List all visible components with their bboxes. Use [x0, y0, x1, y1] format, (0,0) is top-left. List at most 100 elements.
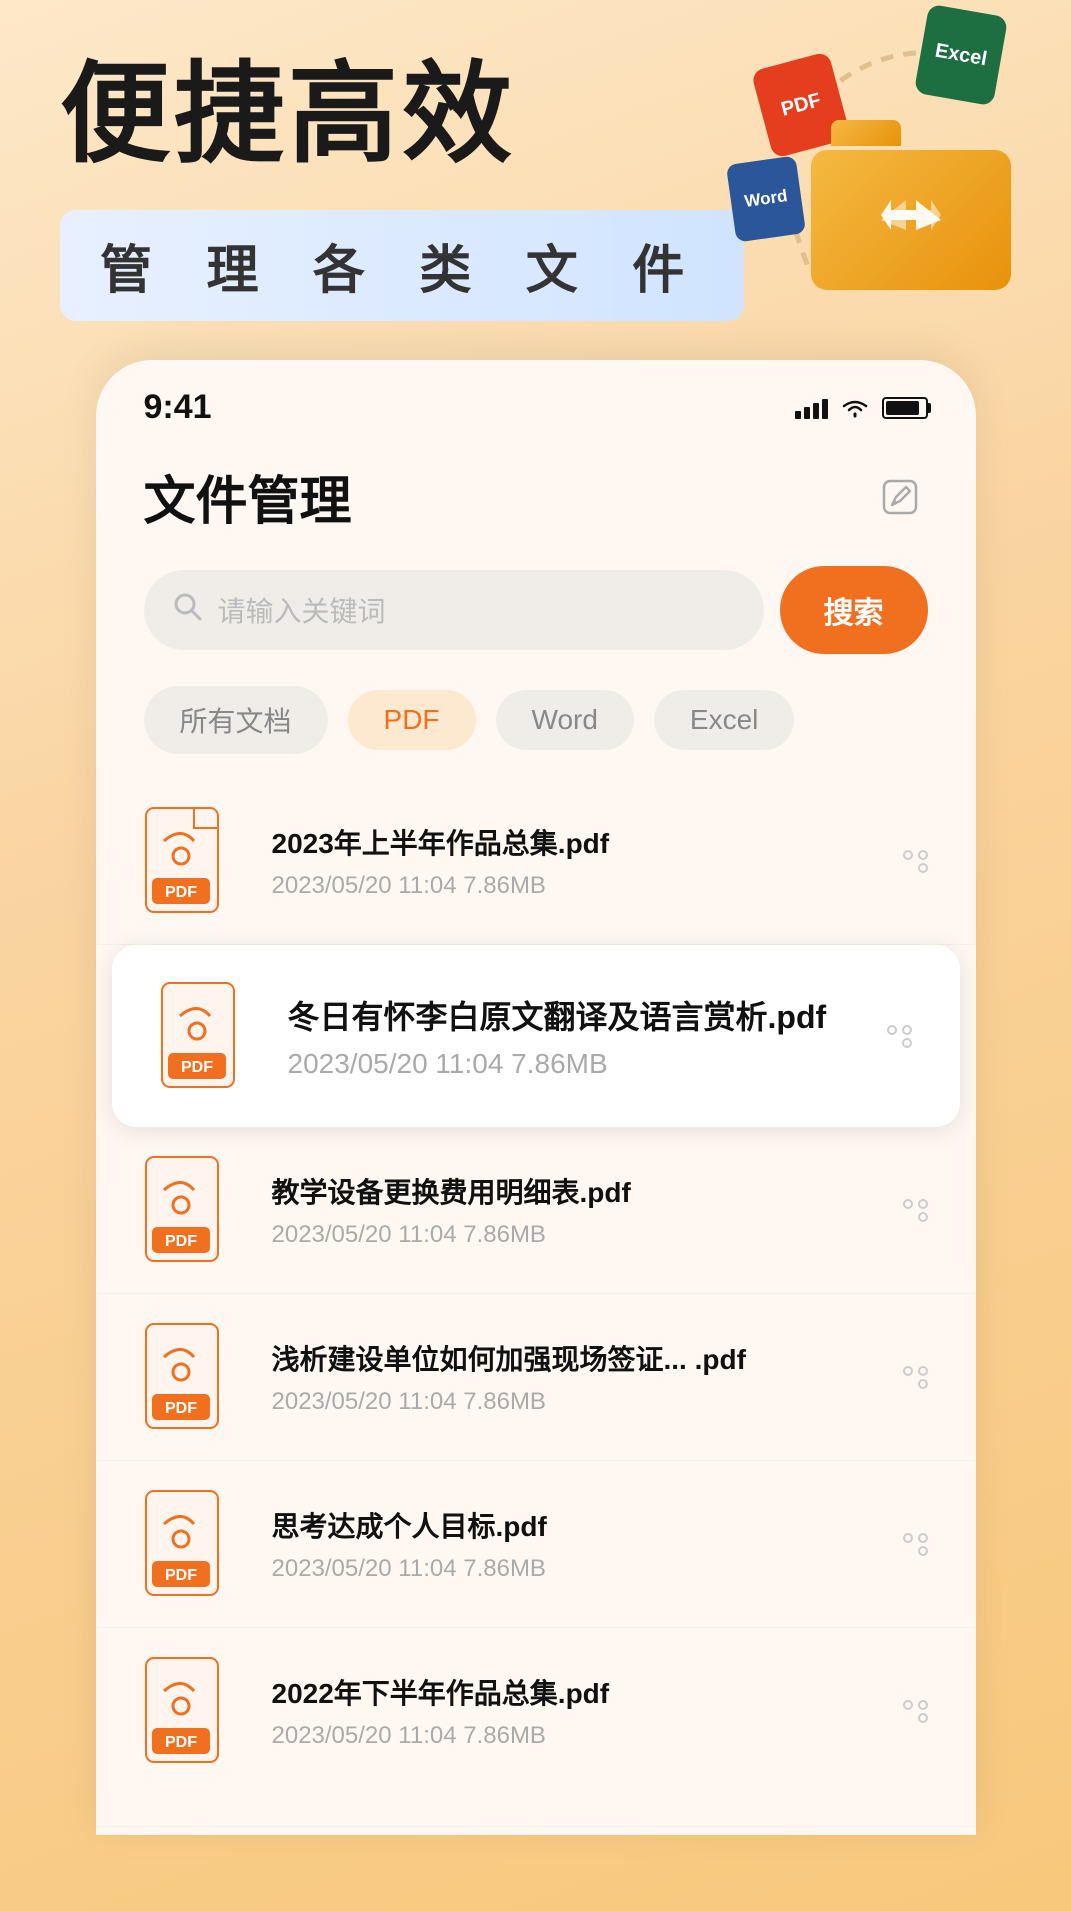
- pdf-icon-svg-4: PDF: [144, 1322, 234, 1430]
- signal-bar-3: [813, 403, 819, 419]
- file-name-5: 思考达成个人目标.pdf: [272, 1505, 856, 1545]
- dot-9: [918, 1212, 928, 1222]
- tab-pdf[interactable]: PDF: [348, 690, 476, 750]
- file-name-6: 2022年下半年作品总集.pdf: [272, 1672, 856, 1712]
- tab-excel[interactable]: Excel: [654, 690, 794, 750]
- edit-button[interactable]: [872, 469, 928, 525]
- file-info-6: 2022年下半年作品总集.pdf 2023/05/20 11:04 7.86MB: [272, 1672, 856, 1750]
- dots-row-top-4: [903, 1366, 928, 1376]
- hero-section: 便捷高效 管 理 各 类 文 件 PDF Excel Word: [0, 0, 1071, 420]
- more-button-1[interactable]: [884, 839, 928, 883]
- tab-all-docs[interactable]: 所有文档: [144, 686, 328, 754]
- more-button-2[interactable]: [868, 1014, 912, 1058]
- pdf-icon-svg-1: PDF: [144, 806, 234, 914]
- dots-row-bottom-5: [918, 1546, 928, 1556]
- search-placeholder: 请输入关键词: [218, 590, 386, 630]
- pdf-badge-text: PDF: [779, 89, 824, 122]
- file-info-3: 教学设备更换费用明细表.pdf 2023/05/20 11:04 7.86MB: [272, 1171, 856, 1249]
- status-icons: [795, 396, 928, 420]
- dot-4: [887, 1025, 897, 1035]
- file-item-6[interactable]: PDF 2022年下半年作品总集.pdf 2023/05/20 11:04 7.…: [96, 1628, 976, 1827]
- dot-15: [918, 1546, 928, 1556]
- file-info-5: 思考达成个人目标.pdf 2023/05/20 11:04 7.86MB: [272, 1505, 856, 1583]
- file-meta-1: 2023/05/20 11:04 7.86MB: [272, 872, 856, 900]
- tab-word[interactable]: Word: [496, 690, 634, 750]
- file-meta-3: 2023/05/20 11:04 7.86MB: [272, 1221, 856, 1249]
- folder-body: [811, 150, 1011, 290]
- excel-badge-text: Excel: [933, 39, 988, 71]
- search-input-wrap[interactable]: 请输入关键词: [144, 570, 764, 650]
- filter-tabs: 所有文档 PDF Word Excel: [96, 670, 976, 770]
- phone-mockup: 9:41 文件管理: [96, 360, 976, 1835]
- file-item-5[interactable]: PDF 思考达成个人目标.pdf 2023/05/20 11:04 7.86MB: [96, 1461, 976, 1628]
- svg-text:PDF: PDF: [181, 1059, 213, 1076]
- dot-11: [918, 1366, 928, 1376]
- file-info-1: 2023年上半年作品总集.pdf 2023/05/20 11:04 7.86MB: [272, 822, 856, 900]
- search-button[interactable]: 搜索: [780, 566, 928, 654]
- file-info-2: 冬日有怀李白原文翻译及语言赏析.pdf 2023/05/20 11:04 7.8…: [288, 992, 840, 1080]
- more-button-4[interactable]: [884, 1355, 928, 1399]
- svg-text:PDF: PDF: [165, 884, 197, 901]
- search-icon-svg: [172, 591, 204, 623]
- more-button-3[interactable]: [884, 1188, 928, 1232]
- svg-text:PDF: PDF: [165, 1233, 197, 1250]
- folder-tab: [831, 120, 901, 146]
- dot-17: [918, 1700, 928, 1710]
- excel-float-badge: Excel: [914, 4, 1008, 107]
- signal-bar-2: [804, 407, 810, 419]
- dots-row-bottom-6: [918, 1713, 928, 1723]
- svg-text:PDF: PDF: [165, 1734, 197, 1751]
- battery-fill: [886, 401, 920, 415]
- word-badge-text: Word: [743, 186, 788, 212]
- file-meta-2: 2023/05/20 11:04 7.86MB: [288, 1048, 840, 1080]
- signal-bar-1: [795, 411, 801, 419]
- battery-icon: [882, 397, 928, 419]
- dot-2: [918, 850, 928, 860]
- dots-row-top-1: [903, 850, 928, 860]
- dot-5: [902, 1025, 912, 1035]
- dots-row-top-6: [903, 1700, 928, 1710]
- pdf-file-icon-6: PDF: [144, 1656, 244, 1766]
- pdf-icon-svg-5: PDF: [144, 1489, 234, 1597]
- file-item-2[interactable]: PDF 冬日有怀李白原文翻译及语言赏析.pdf 2023/05/20 11:04…: [112, 945, 960, 1127]
- pdf-icon-svg-2: PDF: [160, 981, 250, 1089]
- status-bar: 9:41: [96, 360, 976, 435]
- dot-7: [903, 1199, 913, 1209]
- dots-row-bottom-1: [918, 863, 928, 873]
- file-list: PDF 2023年上半年作品总集.pdf 2023/05/20 11:04 7.…: [96, 770, 976, 1835]
- dots-row-top-3: [903, 1199, 928, 1209]
- dot-8: [918, 1199, 928, 1209]
- pdf-file-icon-2: PDF: [160, 981, 260, 1091]
- wifi-icon: [840, 396, 870, 420]
- more-button-5[interactable]: [884, 1522, 928, 1566]
- search-bar: 请输入关键词 搜索: [144, 566, 928, 654]
- dots-row-top-2: [887, 1025, 912, 1035]
- dots-row-bottom-2: [902, 1038, 912, 1048]
- app-title: 文件管理: [144, 459, 352, 534]
- file-meta-6: 2023/05/20 11:04 7.86MB: [272, 1722, 856, 1750]
- search-icon: [172, 591, 204, 630]
- pdf-icon-svg-3: PDF: [144, 1155, 234, 1263]
- file-name-1: 2023年上半年作品总集.pdf: [272, 822, 856, 862]
- folder-arrows-svg: [871, 190, 951, 250]
- pdf-file-icon-1: PDF: [144, 806, 244, 916]
- svg-text:PDF: PDF: [165, 1400, 197, 1417]
- dot-3: [918, 863, 928, 873]
- dots-row-bottom-3: [918, 1212, 928, 1222]
- dots-row-top-5: [903, 1533, 928, 1543]
- edit-icon: [878, 475, 922, 519]
- word-float-badge: Word: [726, 156, 806, 243]
- dot-12: [918, 1379, 928, 1389]
- more-button-6[interactable]: [884, 1689, 928, 1733]
- file-item-4[interactable]: PDF 浅析建设单位如何加强现场签证... .pdf 2023/05/20 11…: [96, 1294, 976, 1461]
- file-item-3[interactable]: PDF 教学设备更换费用明细表.pdf 2023/05/20 11:04 7.8…: [96, 1127, 976, 1294]
- file-name-4: 浅析建设单位如何加强现场签证... .pdf: [272, 1338, 856, 1378]
- file-name-3: 教学设备更换费用明细表.pdf: [272, 1171, 856, 1211]
- signal-bars-icon: [795, 397, 828, 419]
- file-item-1[interactable]: PDF 2023年上半年作品总集.pdf 2023/05/20 11:04 7.…: [96, 778, 976, 945]
- pdf-file-icon-3: PDF: [144, 1155, 244, 1265]
- dot-16: [903, 1700, 913, 1710]
- dot-6: [902, 1038, 912, 1048]
- file-info-4: 浅析建设单位如何加强现场签证... .pdf 2023/05/20 11:04 …: [272, 1338, 856, 1416]
- float-icons: PDF Excel Word: [731, 10, 1011, 290]
